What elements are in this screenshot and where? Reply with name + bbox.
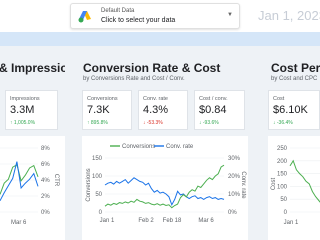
section-cost-per-click: Cost Per C by Cost and CPC Cost $6.10K ↓… [262,46,320,240]
y2-tick-label: 0% [41,210,50,216]
chart-cost: 250 200 150 100 50 0 Cost Jan 1 [268,136,320,240]
dropdown-caret-icon: ▼ [227,12,233,18]
kpi-value: 7.3K [87,104,110,116]
y-tick-label: 150 [92,156,103,162]
section-conversion-rate-cost: Conversion Rate & Cost by Conversions Ra… [78,46,250,240]
google-ads-icon [78,11,91,23]
kpi-delta: ↓ -53.3% [143,120,163,126]
kpi-value: $0.84 [199,104,227,116]
section-title: & Impressions [0,61,65,75]
section-title: Conversion Rate & Cost [83,61,221,75]
y-tick-label: 50 [95,192,102,198]
y2-axis-title: Conv. rate [240,171,246,199]
y2-axis-title: CTR [53,174,59,187]
report-header: Default Data Click to select your data ▼… [0,0,320,32]
y-tick-label: 200 [277,159,288,165]
kpi-delta: ↓ -93.6% [199,120,219,126]
kpi-card-conv-rate[interactable]: Conv. rate 4.3% ↓ -53.3% [138,90,188,130]
section-subtitle: by Conversions Rate and Cost / Conv. [83,76,185,82]
x-tick-label: Jan 1 [284,220,299,226]
header-band [0,32,320,46]
kpi-card-conversions[interactable]: Conversions 7.3K ↑ 895.8% [82,90,132,130]
series-line-cost [289,159,320,203]
kpi-card-cost-per-conv[interactable]: Cost / conv. $0.84 ↓ -93.6% [194,90,245,130]
x-tick-label: Feb 18 [163,218,182,224]
date-range-picker[interactable]: Jan 1, 2023 - [258,8,320,23]
kpi-value: $6.10K [273,104,308,116]
section-title: Cost Per C [271,61,320,75]
y-axis-title: Conversions [86,168,92,201]
chart-conversion-rate: Conversions Conv. rate 150 100 50 0 30% 20% 10% 0… [82,136,248,240]
section-subtitle: by Cost and CPC [271,76,318,82]
data-source-title: Default Data [101,8,135,14]
y2-tick-label: 8% [41,146,50,152]
y-tick-label: 0 [284,210,288,216]
kpi-label: Impressions [10,96,40,102]
kpi-label: Conversions [87,96,118,102]
series-line-conv-rate [104,177,225,207]
kpi-label: Cost / conv. [199,96,228,102]
kpi-label: Conv. rate [143,96,168,102]
y2-tick-label: 30% [228,156,241,162]
x-tick-label: Mar 6 [11,220,27,226]
kpi-label: Cost [273,96,285,102]
legend-label-conversions: Conversions [122,144,155,150]
chart-impressions-svg: 8% 6% 4% 2% 0% CTR Mar 6 [0,146,59,226]
kpi-delta: ↑ 895.8% [87,120,108,126]
kpi-card-impressions[interactable]: Impressions 3.3M ↑ 1,005.0% [5,90,58,130]
data-source-subtitle: Click to select your data [101,17,176,24]
series-line-conversions [104,164,225,209]
kpi-delta: ↓ -36.4% [273,120,293,126]
section-impressions: & Impressions Impressions 3.3M ↑ 1,005.0… [0,46,65,240]
chart-cost-svg: 250 200 150 100 50 0 Cost Jan 1 [271,146,320,226]
y2-tick-label: 0% [228,210,237,216]
y-tick-label: 50 [280,197,287,203]
kpi-delta: ↑ 1,005.0% [10,120,36,126]
y-tick-label: 250 [277,146,288,152]
y-axis-title: Cost [271,178,277,191]
y-tick-label: 100 [92,174,103,180]
y2-tick-label: 4% [41,178,50,184]
y-tick-label: 0 [99,210,103,216]
data-source-selector[interactable]: Default Data Click to select your data ▼ [70,3,240,29]
x-tick-label: Feb 2 [138,218,154,224]
chart-impressions: 8% 6% 4% 2% 0% CTR Mar 6 [0,136,65,240]
y2-tick-label: 10% [228,192,241,198]
kpi-card-cost[interactable]: Cost $6.10K ↓ -36.4% [268,90,320,130]
kpi-value: 4.3% [143,104,169,116]
y-tick-label: 150 [277,172,288,178]
kpi-value: 3.3M [10,104,35,116]
x-tick-label: Jan 1 [100,218,115,224]
y2-tick-label: 20% [228,174,241,180]
x-tick-label: Mar 6 [198,218,214,224]
chart-conversion-rate-svg: Conversions Conv. rate 150 100 50 0 30% 20% 10% 0… [86,144,246,224]
y2-tick-label: 2% [41,194,50,200]
y2-tick-label: 6% [41,162,50,168]
y-tick-label: 100 [277,184,288,190]
legend-label-conv-rate: Conv. rate [166,144,194,150]
